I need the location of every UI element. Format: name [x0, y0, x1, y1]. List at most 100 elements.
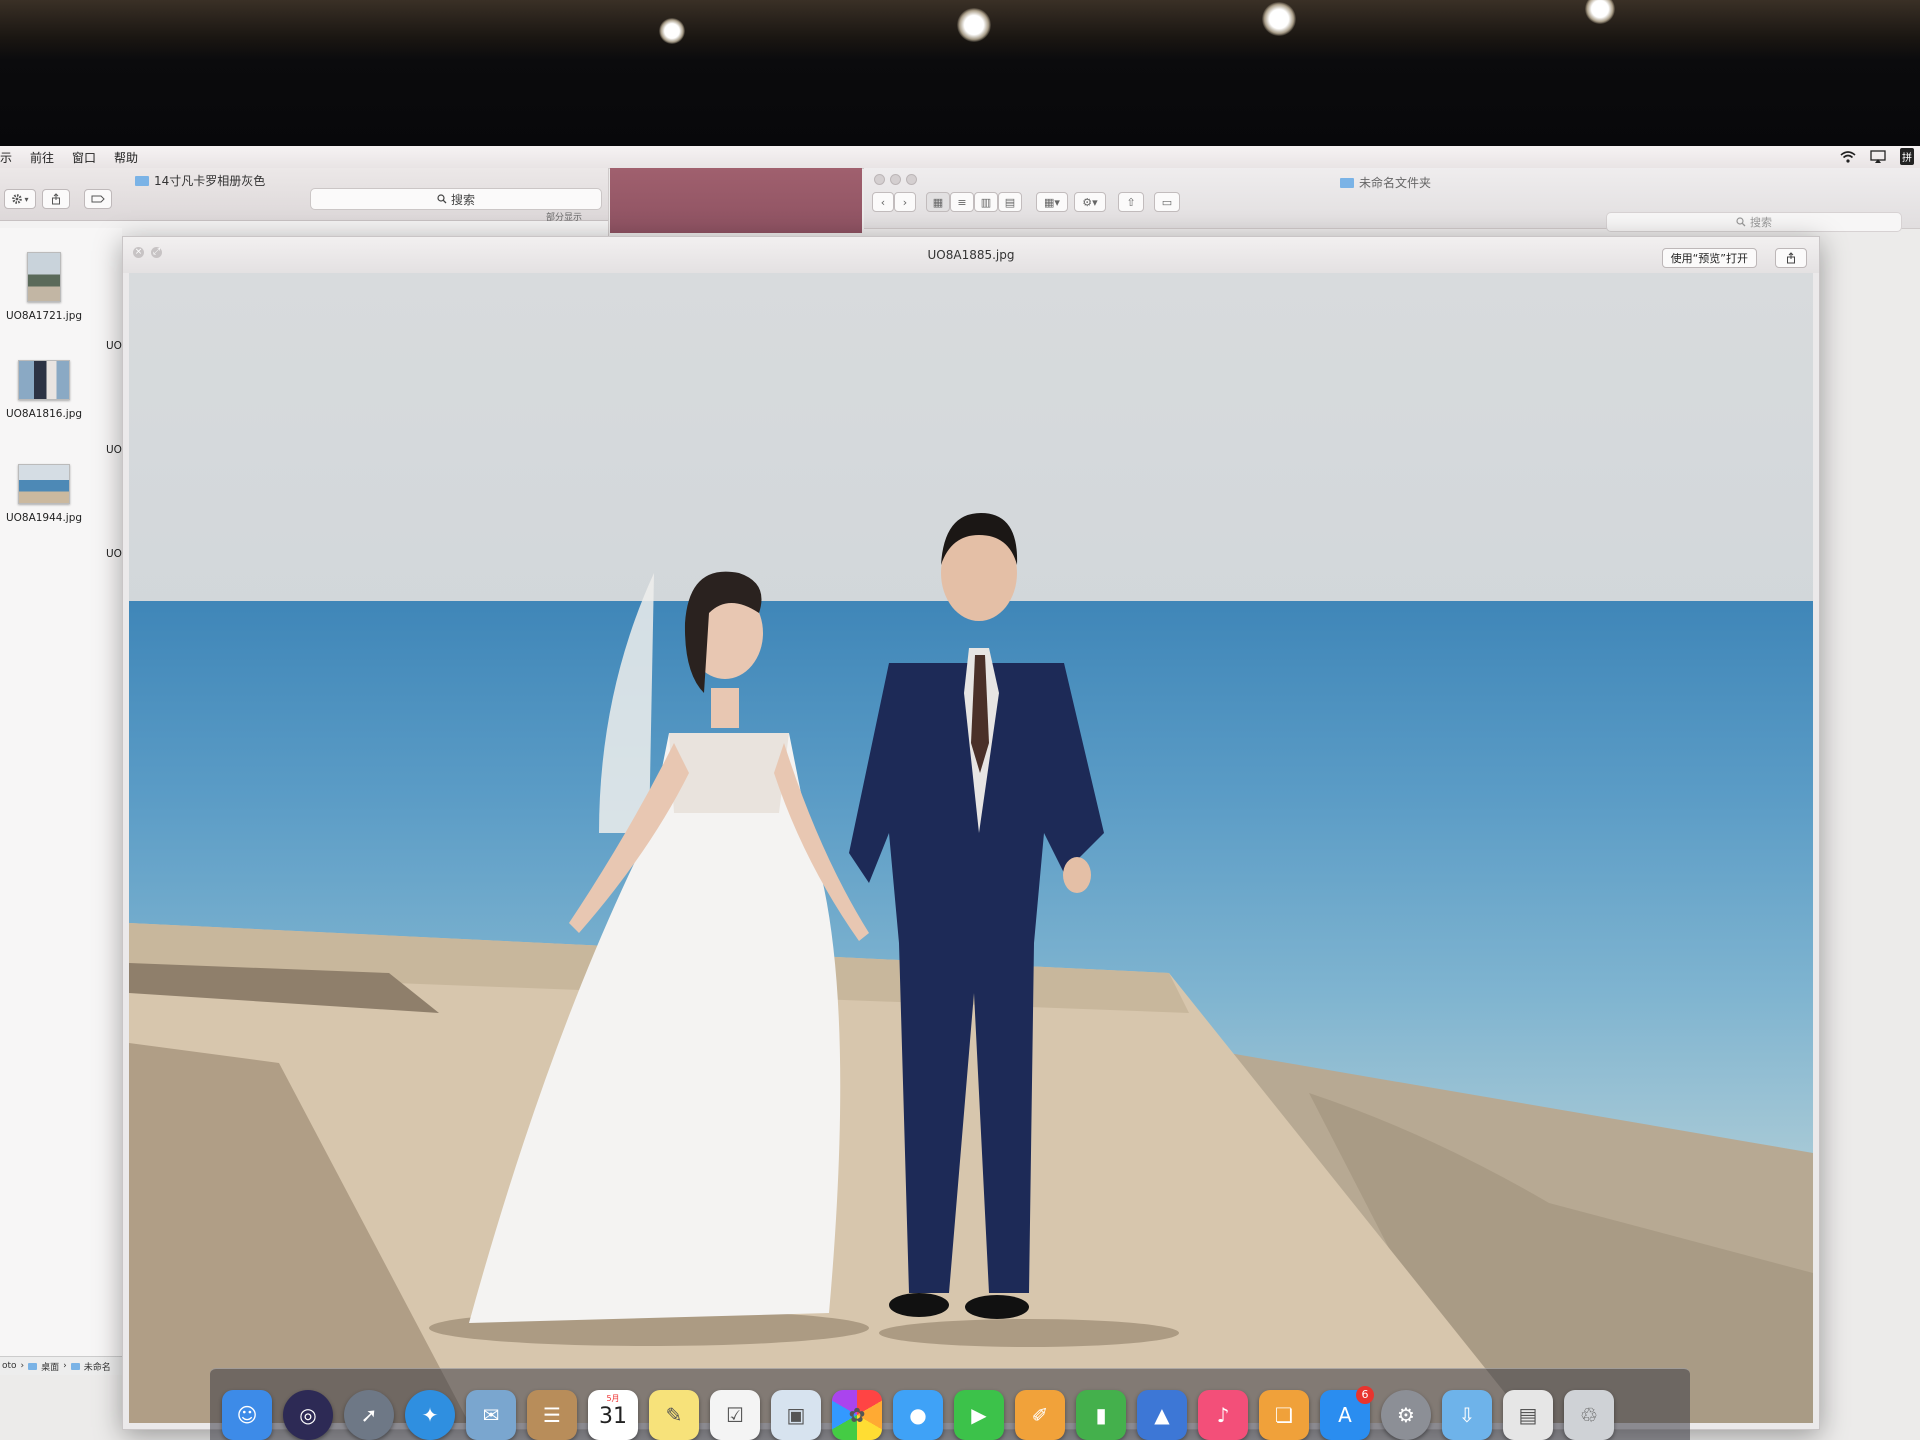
window-zoom-button[interactable]	[906, 174, 917, 185]
forward-button[interactable]: ›	[894, 192, 916, 212]
dock-glyph: ❏	[1275, 1403, 1293, 1427]
documents-stack-icon[interactable]: ▤	[1503, 1390, 1553, 1440]
preview-icon[interactable]: ▣	[771, 1390, 821, 1440]
view-icons-button[interactable]: ▦	[926, 192, 950, 212]
window-minimize-button[interactable]	[890, 174, 901, 185]
file-name-truncated[interactable]: UO	[106, 444, 122, 456]
mac-screen: 示 前往 窗口 帮助 拼 14寸凡卡罗相册灰色 ▾ 搜索 部分显示 UO8A17…	[0, 146, 1920, 1440]
view-list-button[interactable]: ≡	[950, 192, 974, 212]
chevron-right-icon: ›	[902, 195, 908, 209]
messages-icon[interactable]: ●	[893, 1390, 943, 1440]
tag-icon: ▭	[1161, 195, 1173, 209]
list-icon: ≡	[957, 195, 967, 209]
itunes-icon[interactable]: ♪	[1198, 1390, 1248, 1440]
gear-icon	[12, 194, 23, 204]
finder-window-right: 未命名文件夹 ‹ › ▦ ≡ ▥ ▤ ▦▾ ⚙▾ ⇧ ▭ 搜索	[864, 168, 1920, 232]
dock-glyph: ♲	[1580, 1403, 1598, 1427]
pages-icon[interactable]: ✐	[1015, 1390, 1065, 1440]
couple-photo-thumbnail	[18, 360, 70, 400]
action-button[interactable]: ⚙▾	[1074, 192, 1106, 212]
window-title-text: 未命名文件夹	[1359, 176, 1432, 190]
search-field[interactable]: 搜索	[1606, 212, 1902, 232]
safari-icon[interactable]: ✦	[405, 1390, 455, 1440]
menu-item-view[interactable]: 示	[0, 149, 12, 166]
dock-glyph: ✐	[1031, 1403, 1049, 1427]
view-coverflow-button[interactable]: ▤	[998, 192, 1022, 212]
share-button[interactable]	[42, 189, 70, 209]
dock: ☺ ◎ ➚ ✦ ✉ ☰ 5月 31 ✎ ☑ ▣ ✿ ● ▶ ✐ ▮ ▲ ♪ ❏ A 6 ⚙ ⇩ ▤ ♲	[210, 1368, 1690, 1440]
dock-glyph: ✉	[482, 1403, 500, 1427]
share-button[interactable]: ⇧	[1118, 192, 1144, 212]
window-close-button[interactable]	[874, 174, 885, 185]
keynote-icon[interactable]: ▲	[1137, 1390, 1187, 1440]
share-icon: ⇧	[1126, 195, 1136, 209]
dock-glyph: ⚙	[1397, 1403, 1415, 1427]
mail-icon[interactable]: ✉	[466, 1390, 516, 1440]
folder-icon	[28, 1362, 38, 1370]
wifi-icon[interactable]	[1840, 150, 1856, 164]
dock-glyph: ▤	[1518, 1403, 1538, 1427]
menu-bar-status-area: 拼	[1840, 148, 1914, 165]
quick-look-window: × ⤢ UO8A1885.jpg 使用“预览”打开	[122, 236, 1820, 1430]
siri-icon[interactable]: ◎	[283, 1390, 333, 1440]
trash-icon[interactable]: ♲	[1564, 1390, 1614, 1440]
share-button[interactable]	[1775, 248, 1807, 268]
launchpad-icon[interactable]: ➚	[344, 1390, 394, 1440]
folder-icon	[70, 1362, 80, 1370]
file-name: UO8A1721.jpg	[5, 310, 83, 322]
tags-button[interactable]: ▭	[1154, 192, 1180, 212]
finder-icon[interactable]: ☺	[222, 1390, 272, 1440]
dock-glyph: ➚	[360, 1403, 378, 1427]
file-item[interactable]: UO8A1944.jpg	[4, 464, 84, 524]
notification-badge: 6	[1356, 1386, 1374, 1404]
dock-glyph: ▣	[786, 1403, 806, 1427]
file-name-truncated[interactable]: UO	[106, 340, 122, 352]
folder-icon	[1340, 177, 1354, 188]
chevron-down-icon: ▾	[24, 194, 29, 204]
path-segment[interactable]: 未命名	[84, 1360, 111, 1373]
input-method-indicator[interactable]: 拼	[1900, 148, 1914, 165]
file-name: UO8A1944.jpg	[5, 512, 83, 524]
app-store-icon[interactable]: A6	[1320, 1386, 1374, 1440]
calendar-day: 31	[599, 1404, 627, 1429]
window-title: 未命名文件夹	[1340, 174, 1431, 191]
back-button[interactable]: ‹	[872, 192, 894, 212]
photos-icon[interactable]: ✿	[832, 1390, 882, 1440]
action-button[interactable]: ▾	[4, 189, 36, 209]
search-field[interactable]: 搜索	[310, 188, 602, 210]
dock-glyph: ♪	[1216, 1403, 1230, 1427]
dock-glyph: ●	[909, 1403, 927, 1427]
file-item[interactable]: UO8A1816.jpg	[4, 360, 84, 420]
ceiling-light	[1585, 0, 1615, 24]
contacts-icon[interactable]: ☰	[527, 1390, 577, 1440]
menu-item-window[interactable]: 窗口	[72, 149, 96, 166]
file-item[interactable]: UO8A1721.jpg	[4, 252, 84, 322]
reminders-icon[interactable]: ☑	[710, 1390, 760, 1440]
partial-display-label: 部分显示	[546, 213, 583, 223]
calendar-icon[interactable]: 5月 31	[588, 1390, 638, 1440]
dock-glyph: ⇩	[1458, 1403, 1476, 1427]
numbers-icon[interactable]: ▮	[1076, 1390, 1126, 1440]
facetime-icon[interactable]: ▶	[954, 1390, 1004, 1440]
notes-icon[interactable]: ✎	[649, 1390, 699, 1440]
airplay-icon[interactable]	[1870, 149, 1886, 164]
menu-item-go[interactable]: 前往	[30, 149, 54, 166]
menu-item-help[interactable]: 帮助	[114, 149, 138, 166]
search-icon	[437, 194, 447, 204]
file-name-truncated[interactable]: UO	[106, 548, 122, 560]
share-icon	[1787, 252, 1795, 264]
ibooks-icon[interactable]: ❏	[1259, 1390, 1309, 1440]
downloads-folder-icon[interactable]: ⇩	[1442, 1390, 1492, 1440]
path-segment[interactable]: oto	[2, 1361, 17, 1371]
system-preferences-icon[interactable]: ⚙	[1381, 1390, 1431, 1440]
dock-glyph: ☺	[236, 1403, 258, 1427]
window-title: 14寸凡卡罗相册灰色	[135, 172, 265, 189]
coverflow-icon: ▤	[1004, 195, 1016, 209]
path-segment[interactable]: 桌面	[41, 1360, 59, 1373]
tags-button[interactable]	[84, 189, 112, 209]
photo-scene	[129, 513, 1813, 1423]
view-columns-button[interactable]: ▥	[974, 192, 998, 212]
share-icon	[52, 193, 60, 205]
group-button[interactable]: ▦▾	[1036, 192, 1068, 212]
open-with-preview-button[interactable]: 使用“预览”打开	[1661, 248, 1757, 268]
